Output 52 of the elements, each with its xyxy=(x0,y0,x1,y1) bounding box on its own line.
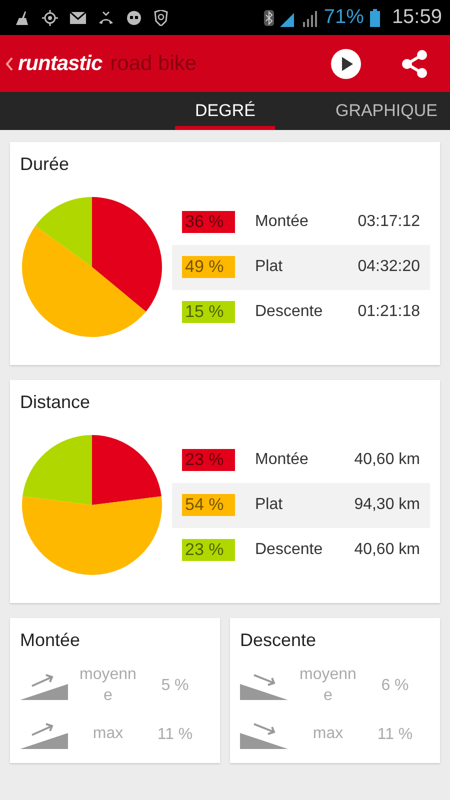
play-icon[interactable] xyxy=(330,48,362,80)
downhill-icon xyxy=(240,672,290,700)
stat-label: max xyxy=(92,724,124,744)
legend-value: 40,60 km xyxy=(354,541,420,559)
stat-value: 5 % xyxy=(160,676,190,695)
legend-label: Plat xyxy=(255,496,284,514)
card-title: Durée xyxy=(20,154,70,175)
card-title: Montée xyxy=(20,630,82,651)
bluetooth-icon xyxy=(264,10,274,26)
card-title: Descente xyxy=(240,630,318,651)
shield-icon xyxy=(154,10,168,26)
product-name: road bike xyxy=(110,52,197,76)
legend-label: Montée xyxy=(255,451,310,469)
legend-value: 04:32:20 xyxy=(358,258,420,276)
share-icon[interactable] xyxy=(400,48,430,78)
stat-label: max xyxy=(312,724,344,744)
stat-value: 11 % xyxy=(376,726,414,744)
percent-badge: 54 % xyxy=(182,494,235,516)
battery-icon xyxy=(370,8,380,26)
downhill-icon xyxy=(240,720,290,749)
app-logo: runtastic xyxy=(18,52,102,76)
legend-value: 40,60 km xyxy=(354,451,420,469)
uphill-icon xyxy=(20,720,70,749)
legend-label: Descente xyxy=(255,541,324,559)
percent-badge: 23 % xyxy=(182,539,235,561)
legend-value: 03:17:12 xyxy=(358,213,420,231)
percent-badge: 15 % xyxy=(182,301,235,323)
legend-value: 94,30 km xyxy=(354,496,420,514)
percent-badge: 49 % xyxy=(182,256,235,278)
signal-icon xyxy=(302,8,318,26)
back-icon[interactable] xyxy=(6,56,14,70)
stat-label: moyenne xyxy=(298,665,358,706)
stat-label: moyenne xyxy=(78,665,138,706)
missed-call-icon xyxy=(98,10,114,24)
legend-value: 01:21:18 xyxy=(358,303,420,321)
legend-label: Descente xyxy=(255,303,324,321)
tab[interactable]: GRAPHIQUE xyxy=(335,92,438,130)
broom-icon xyxy=(14,10,30,24)
location-icon xyxy=(42,10,58,26)
stat-value: 6 % xyxy=(380,676,410,695)
mail-icon xyxy=(70,12,86,24)
card-title: Distance xyxy=(20,392,92,413)
legend-label: Plat xyxy=(255,258,284,276)
percent-badge: 36 % xyxy=(182,211,235,233)
legend-label: Montée xyxy=(255,213,310,231)
percent-badge: 23 % xyxy=(182,449,235,471)
stat-value: 11 % xyxy=(156,726,194,744)
uphill-icon xyxy=(20,672,70,700)
tab[interactable]: DEGRÉ xyxy=(175,92,276,130)
battery-percent: 71% xyxy=(324,6,364,29)
clock: 15:59 xyxy=(392,6,442,29)
chat-icon xyxy=(126,10,142,26)
